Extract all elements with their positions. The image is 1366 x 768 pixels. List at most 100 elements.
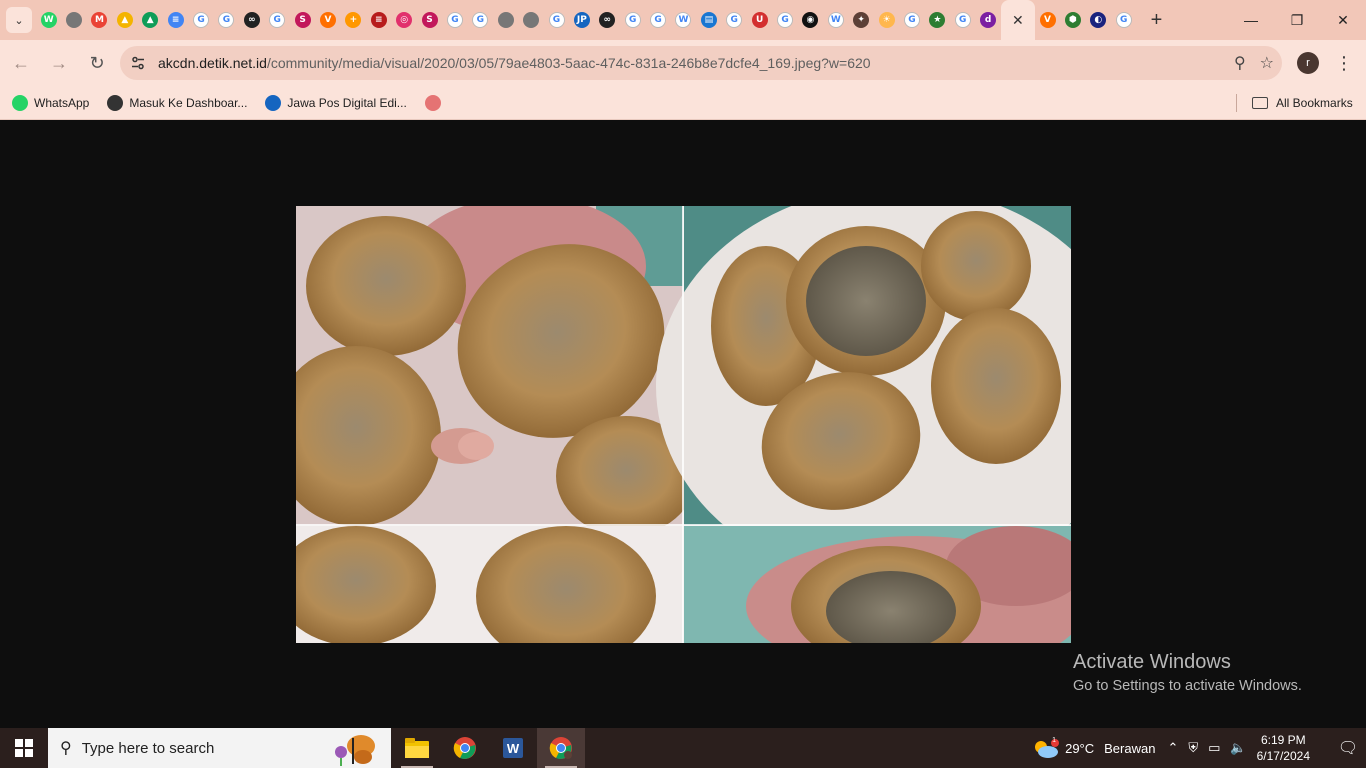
tab[interactable]: G [442, 0, 467, 40]
site-info-button[interactable] [124, 49, 152, 77]
tab[interactable]: W [36, 0, 61, 40]
new-tab-button[interactable]: + [1142, 6, 1170, 34]
tab[interactable]: G [899, 0, 924, 40]
tab[interactable]: M [87, 0, 112, 40]
tab[interactable]: ≡ [366, 0, 391, 40]
jawapos-icon [265, 94, 282, 111]
tab[interactable]: G [544, 0, 569, 40]
chevron-up-icon[interactable]: ⌃ [1167, 740, 1178, 756]
notification-button[interactable]: 🗨 [1330, 728, 1366, 768]
tab[interactable]: U [747, 0, 772, 40]
network-icon[interactable]: ▭ [1208, 740, 1220, 756]
svg-text:W: W [507, 741, 520, 756]
tab[interactable]: G [950, 0, 975, 40]
tab[interactable]: ▲ [112, 0, 137, 40]
tab[interactable]: ★ [925, 0, 950, 40]
tab[interactable] [61, 0, 86, 40]
app-icon: ◉ [802, 12, 819, 28]
food-collage-image[interactable] [296, 206, 1071, 643]
file-explorer-button[interactable] [393, 728, 441, 768]
security-icon[interactable]: ⛨ [1188, 740, 1198, 756]
tab[interactable]: ◉ [798, 0, 823, 40]
bookmark-item[interactable]: Masuk Ke Dashboar... [107, 94, 247, 111]
tab[interactable]: d [975, 0, 1000, 40]
tab[interactable]: G [214, 0, 239, 40]
tab-search-button[interactable]: ⌄ [6, 7, 32, 33]
bookmark-star-icon[interactable]: ☆ [1260, 53, 1274, 73]
bookmark-label: Jawa Pos Digital Edi... [287, 95, 407, 110]
tab[interactable]: G [468, 0, 493, 40]
activate-windows-watermark: Activate Windows Go to Settings to activ… [1073, 651, 1302, 694]
media-icon: ∞ [243, 12, 260, 28]
forward-button[interactable]: → [42, 46, 76, 80]
search-placeholder: Type here to search [81, 739, 215, 757]
bookmark-item[interactable]: Jawa Pos Digital Edi... [265, 94, 407, 111]
tab[interactable]: G [772, 0, 797, 40]
chrome-icon [549, 737, 572, 759]
instagram-icon: ◎ [396, 12, 413, 28]
volume-icon[interactable]: 🔈 [1230, 740, 1246, 756]
word-button[interactable]: W [489, 728, 537, 768]
tab[interactable]: G [265, 0, 290, 40]
google-icon: G [218, 12, 235, 28]
tab[interactable]: ⬢ [1060, 0, 1085, 40]
tab[interactable]: G [1111, 0, 1136, 40]
moon-icon: ◐ [1090, 12, 1107, 28]
tab[interactable]: ◐ [1086, 0, 1111, 40]
close-tab-icon[interactable]: ✕ [1012, 12, 1024, 29]
reload-icon: ↻ [89, 52, 105, 73]
tab[interactable]: V [315, 0, 340, 40]
chrome-button[interactable] [441, 728, 489, 768]
tab[interactable]: S [417, 0, 442, 40]
tab[interactable]: W [671, 0, 696, 40]
all-bookmarks-button[interactable]: All Bookmarks [1252, 86, 1353, 120]
browser-menu-button[interactable]: ⋮ [1335, 50, 1353, 76]
address-bar[interactable]: akcdn.detik.net.id/community/media/visua… [120, 46, 1282, 80]
clock[interactable]: 6:19 PM 6/17/2024 [1257, 732, 1310, 764]
tab[interactable]: G [722, 0, 747, 40]
restore-button[interactable]: ❐ [1274, 0, 1320, 40]
close-window-button[interactable]: ✕ [1320, 0, 1366, 40]
google-icon: G [446, 12, 463, 28]
zoom-icon[interactable]: ⚲ [1234, 53, 1246, 73]
tab[interactable]: ≡ [163, 0, 188, 40]
taskbar-apps: W [393, 728, 585, 768]
weather-text: Berawan [1104, 740, 1156, 756]
tab[interactable]: G [188, 0, 213, 40]
whatsapp-icon: W [40, 12, 57, 28]
google-icon: G [548, 12, 565, 28]
reload-button[interactable]: ↻ [80, 46, 114, 80]
tab[interactable]: ∞ [239, 0, 264, 40]
tab-active[interactable]: ✕ [1000, 0, 1035, 40]
url-path: /community/media/visual/2020/03/05/79ae4… [266, 55, 871, 71]
clock-date: 6/17/2024 [1256, 749, 1310, 763]
tab[interactable]: JP [569, 0, 594, 40]
tab[interactable]: S [290, 0, 315, 40]
tab[interactable]: V [1035, 0, 1060, 40]
tab[interactable]: ▲ [138, 0, 163, 40]
tab[interactable]: ✦ [849, 0, 874, 40]
tab[interactable]: W [823, 0, 848, 40]
minimize-button[interactable]: — [1228, 0, 1274, 40]
start-button[interactable] [0, 728, 48, 768]
taskbar-search-box[interactable]: ⚲ Type here to search [48, 728, 391, 768]
bookmark-item[interactable]: WhatsApp [12, 94, 89, 111]
detik-icon: d [980, 12, 997, 28]
profile-avatar[interactable]: r [1297, 52, 1319, 74]
tab[interactable] [518, 0, 543, 40]
chrome-profile-button[interactable] [537, 728, 585, 768]
bookmark-item[interactable] [424, 94, 447, 111]
tab[interactable]: ☀ [874, 0, 899, 40]
tab[interactable]: G [645, 0, 670, 40]
tab[interactable]: G [620, 0, 645, 40]
weather-widget[interactable]: 1 29°C Berawan [1033, 737, 1156, 758]
tab[interactable] [493, 0, 518, 40]
back-button[interactable]: ← [4, 46, 38, 80]
url-text[interactable]: akcdn.detik.net.id/community/media/visua… [158, 55, 871, 71]
tab[interactable]: + [341, 0, 366, 40]
tab[interactable]: ∞ [595, 0, 620, 40]
v-icon: V [319, 12, 336, 28]
tab[interactable]: ◎ [391, 0, 416, 40]
tab[interactable]: ▤ [696, 0, 721, 40]
google-icon: G [777, 12, 794, 28]
